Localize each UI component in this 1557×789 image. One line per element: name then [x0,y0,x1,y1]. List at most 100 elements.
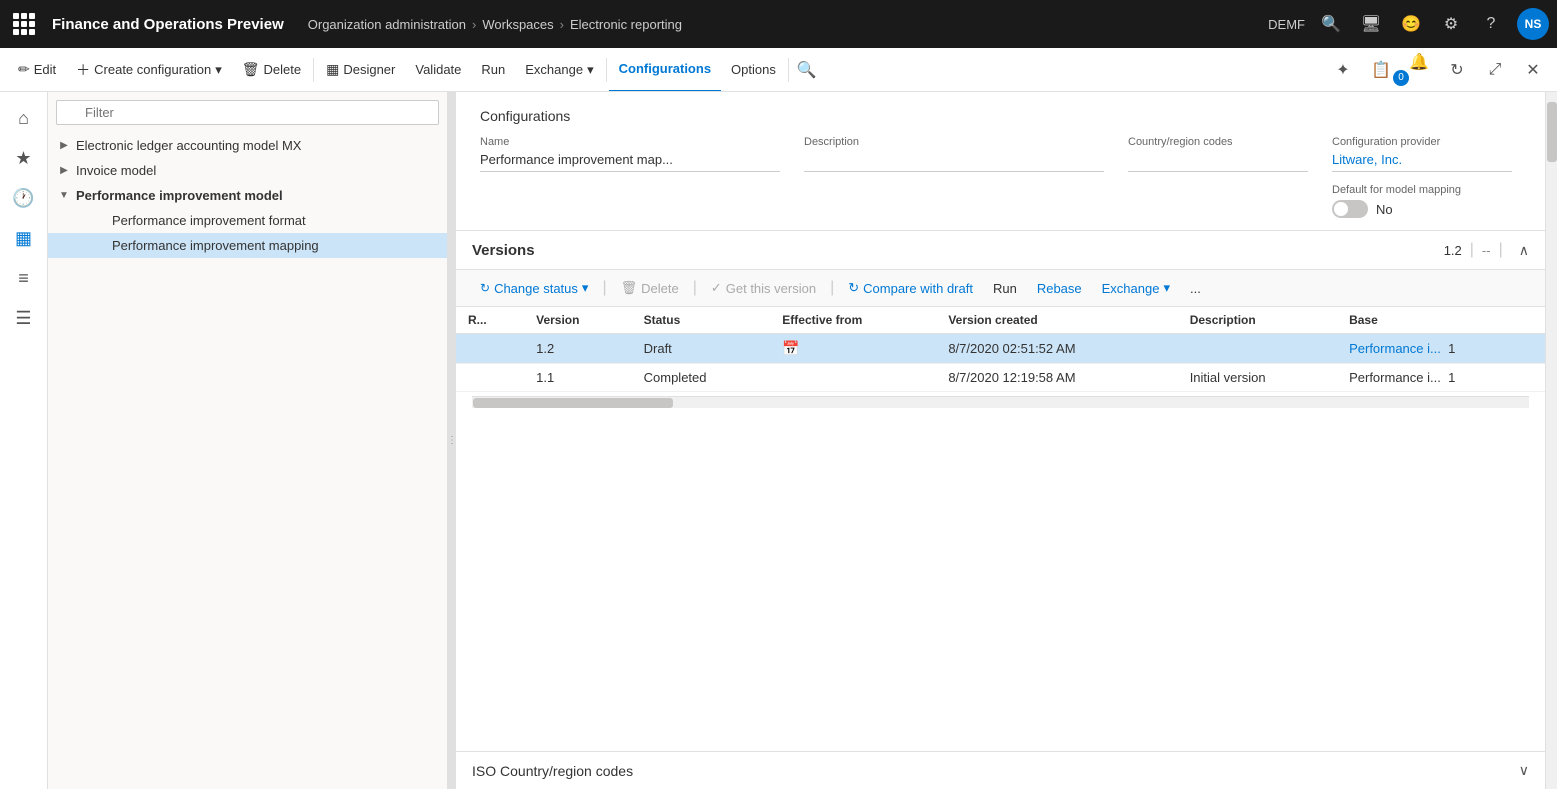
home-icon-btn[interactable]: ⌂ [6,100,42,136]
list-icon-btn[interactable]: ≡ [6,260,42,296]
breadcrumb-workspaces[interactable]: Workspaces [482,17,553,32]
tree-item-perf-model[interactable]: ▼ Performance improvement model [48,183,447,208]
personalize-button[interactable]: ✦ [1327,54,1359,86]
base-link-0[interactable]: Performance i... [1349,341,1441,356]
breadcrumb-org[interactable]: Organization administration [308,17,466,32]
user-avatar[interactable]: NS [1517,8,1549,40]
change-status-chevron: ▾ [582,280,589,296]
grid-icon [13,13,35,35]
modules-icon-btn[interactable]: ▦ [6,220,42,256]
tree-item-label-0: Electronic ledger accounting model MX [76,138,301,153]
cell-created-0: 8/7/2020 02:51:52 AM [936,334,1177,364]
more-button[interactable]: ... [1182,277,1209,300]
cell-base-0: Performance i... 1 [1337,334,1545,364]
options-button[interactable]: Options [721,48,786,92]
breadcrumb-electronic[interactable]: Electronic reporting [570,17,682,32]
fullscreen-button[interactable]: ⤢ [1479,54,1511,86]
delete-button[interactable]: 🗑 Delete [232,48,311,92]
tree-filter-input[interactable] [56,100,439,125]
notifications-button[interactable]: 🖥 [1357,10,1385,38]
change-status-button[interactable]: ↻ Change status ▾ [472,276,596,300]
config-description-field: Description [804,136,1104,218]
versions-delete-icon: 🗑 [621,280,638,296]
compare-draft-button[interactable]: ↻ Compare with draft [840,276,981,300]
tree-item-electronic-ledger[interactable]: ▶ Electronic ledger accounting model MX [48,133,447,158]
versions-run-button[interactable]: Run [985,277,1025,300]
expand-icon-1[interactable]: ▶ [56,165,72,176]
col-description: Description [1178,307,1337,334]
config-header: Configurations Name Performance improvem… [456,92,1545,231]
get-version-icon: ✓ [711,280,722,296]
tree-item-label-1: Invoice model [76,163,156,178]
notification-badge: 0 [1393,70,1409,86]
get-version-button[interactable]: ✓ Get this version [703,276,824,300]
expand-icon-2[interactable]: ▼ [56,190,72,201]
config-name-label: Name [480,136,780,148]
validate-button[interactable]: Validate [405,48,471,92]
exchange-button[interactable]: Exchange ▾ [515,48,603,92]
view-button[interactable]: 📋 [1365,54,1397,86]
designer-button[interactable]: ▦ Designer [316,48,405,92]
table-row[interactable]: 1.1 Completed 8/7/2020 12:19:58 AM Initi… [456,364,1545,392]
mapping-toggle-label: No [1376,202,1393,217]
mapping-toggle[interactable] [1332,200,1368,218]
versions-delete-button[interactable]: 🗑 Delete [613,276,687,300]
vertical-scrollbar-thumb [1547,102,1557,162]
panel-splitter[interactable]: ⋮ [448,92,456,789]
main-toolbar: ✏ Edit ＋ Create configuration ▾ 🗑 Delete… [0,48,1557,92]
main-layout: ⌂ ★ 🕐 ▦ ≡ ☰ 🔍 ▶ Electronic ledger accoun… [0,92,1557,789]
expand-icon-0[interactable]: ▶ [56,140,72,151]
table-row[interactable]: 1.2 Draft 📅 8/7/2020 02:51:52 AM Perform… [456,334,1545,364]
calendar-icon[interactable]: 📅 [782,340,799,356]
tree-item-invoice-model[interactable]: ▶ Invoice model [48,158,447,183]
horizontal-scrollbar[interactable] [472,396,1529,408]
plus-icon: ＋ [76,60,90,80]
top-nav: Finance and Operations Preview Organizat… [0,0,1557,48]
iso-section[interactable]: ISO Country/region codes ∨ [456,751,1545,789]
tree-item-perf-mapping[interactable]: Performance improvement mapping [48,233,447,258]
tree-item-perf-format[interactable]: Performance improvement format [48,208,447,233]
breadcrumb: Organization administration › Workspaces… [308,17,682,32]
search-toolbar-button[interactable]: 🔍 [791,54,823,86]
env-label: DEMF [1268,17,1305,32]
grid-menu-button[interactable] [8,8,40,40]
favorites-icon-btn[interactable]: ★ [6,140,42,176]
vertical-scrollbar[interactable] [1545,92,1557,789]
iso-title: ISO Country/region codes [472,763,633,779]
configurations-button[interactable]: Configurations [609,48,721,92]
run-button[interactable]: Run [471,48,515,92]
cell-desc-1: Initial version [1178,364,1337,392]
help-button[interactable]: ? [1477,10,1505,38]
versions-toolbar-sep1: | [602,279,606,297]
tree-panel: 🔍 ▶ Electronic ledger accounting model M… [48,92,448,789]
versions-dash: -- [1482,243,1491,258]
versions-collapse-btn[interactable]: ∧ [1519,242,1529,259]
col-version: Version [524,307,632,334]
versions-table: R... Version Status Effective from Versi… [456,307,1545,392]
chat-button[interactable]: 😊 [1397,10,1425,38]
rebase-button[interactable]: Rebase [1029,277,1090,300]
col-base: Base [1337,307,1545,334]
edit-icon: ✏ [18,61,30,78]
cell-status-0: Draft [632,334,771,364]
settings-button[interactable]: ⚙ [1437,10,1465,38]
cell-desc-0 [1178,334,1337,364]
recent-icon-btn[interactable]: 🕐 [6,180,42,216]
versions-table-header: R... Version Status Effective from Versi… [456,307,1545,334]
toggle-knob [1334,202,1348,216]
versions-panel: Versions 1.2 | -- | ∧ ↻ Change status ▾ … [456,231,1545,789]
edit-button[interactable]: ✏ Edit [8,48,66,92]
cell-version-1: 1.1 [524,364,632,392]
versions-exchange-button[interactable]: Exchange ▾ [1094,276,1178,300]
search-nav-button[interactable]: 🔍 [1317,10,1345,38]
config-name-field: Name Performance improvement map... [480,136,780,218]
config-mapping-label: Default for model mapping [1332,184,1512,196]
cell-r-0 [456,334,524,364]
refresh-button[interactable]: ↻ [1441,54,1473,86]
versions-toolbar-sep2: | [693,279,697,297]
cell-status-1: Completed [632,364,771,392]
hamburger-icon-btn[interactable]: ☰ [6,300,42,336]
config-provider-value[interactable]: Litware, Inc. [1332,152,1512,172]
close-button[interactable]: ✕ [1517,54,1549,86]
create-config-button[interactable]: ＋ Create configuration ▾ [66,48,232,92]
